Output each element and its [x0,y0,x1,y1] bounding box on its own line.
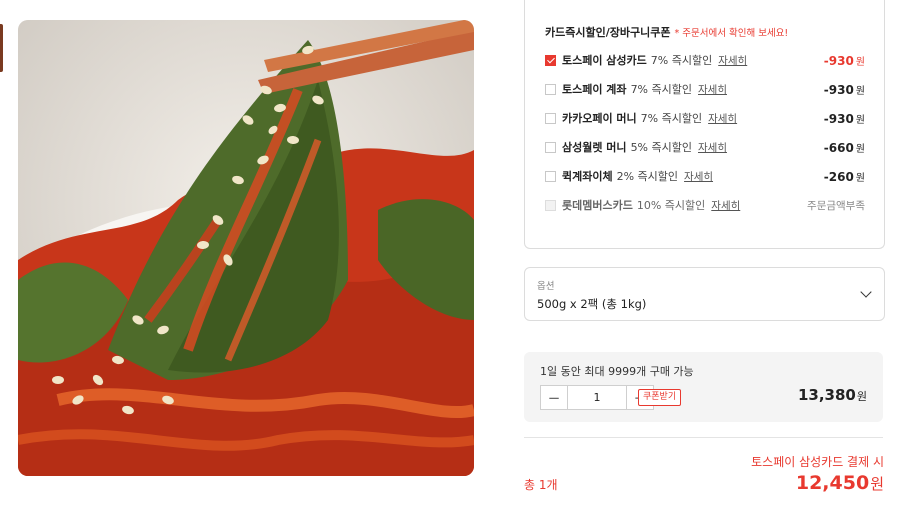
discount-amount-value: -930 [823,53,854,68]
won-unit: 원 [855,172,865,184]
discount-desc: 2% 즉시할인 [616,170,679,183]
decrease-button[interactable]: − [541,386,567,409]
kimchi-illustration [18,20,474,476]
checkbox[interactable] [545,141,556,153]
checkbox[interactable] [545,83,556,95]
item-price-value: 13,380 [797,386,856,404]
quantity-stepper: − 1 + [540,385,654,410]
product-image [18,20,474,476]
checkbox-disabled [545,199,556,211]
total-count: 총 1개 [524,478,558,492]
quantity-block: 1일 동안 최대 9999개 구매 가능 − 1 + 쿠폰받기 13,380원 [524,352,883,422]
final-price-value: 12,450 [795,472,870,494]
final-price: 12,450원 [796,472,884,494]
checkbox[interactable] [545,112,556,124]
detail-link[interactable]: 자세히 [711,198,740,213]
discount-amount-value: -260 [823,169,854,184]
divider [524,437,883,438]
discount-desc: 7% 즉시할인 [630,83,692,96]
checkbox[interactable] [545,170,556,182]
discount-amount-value: -930 [823,82,854,97]
discount-name: 롯데멤버스카드 [562,199,633,212]
option-select[interactable]: 옵션 500g x 2팩 (총 1kg) [524,267,885,321]
won-unit: 원 [855,85,865,97]
discount-name: 카카오페이 머니 [562,112,637,125]
option-value: 500g x 2팩 (총 1kg) [537,297,647,311]
detail-link[interactable]: 자세히 [708,111,737,126]
discount-amount: -930 원 [824,53,865,68]
discount-row-lotte-members: 롯데멤버스카드 10% 즉시할인 자세히 주문금액부족 [545,196,865,214]
insufficient-amount-label: 주문금액부족 [807,199,865,212]
detail-link[interactable]: 자세히 [684,169,713,184]
discount-row-quick-transfer[interactable]: 퀵계좌이체 2% 즉시할인 자세히 -260 원 [545,167,865,185]
checkbox-checked[interactable] [545,54,556,66]
discount-amount-value: -660 [823,140,854,155]
thumbnail-edge[interactable] [0,24,3,72]
coupon-header: 카드즉시할인/장바구니쿠폰 * 주문서에서 확인해 보세요! [545,24,788,40]
won-unit: 원 [855,56,865,68]
quantity-input[interactable]: 1 [567,386,627,409]
discount-row-tosspay-account[interactable]: 토스페이 계좌 7% 즉시할인 자세히 -930 원 [545,80,865,98]
discount-desc: 5% 즉시할인 [630,141,692,154]
detail-link[interactable]: 자세히 [698,82,727,97]
discount-amount: -260 원 [824,169,865,184]
discount-desc: 7% 즉시할인 [650,54,713,67]
discount-name: 퀵계좌이체 [562,170,613,183]
detail-link[interactable]: 자세히 [698,140,727,155]
discount-desc: 10% 즉시할인 [636,199,706,212]
discount-row-kakaopay[interactable]: 카카오페이 머니 7% 즉시할인 자세히 -930 원 [545,109,865,127]
discount-amount: -930 원 [824,111,865,126]
won-unit: 원 [855,114,865,126]
discount-amount: -930 원 [824,82,865,97]
discount-name: 삼성월렛 머니 [562,141,627,154]
payment-method-note: 토스페이 삼성카드 결제 시 [751,455,884,469]
discount-name: 토스페이 삼성카드 [562,54,647,67]
purchase-limit-text: 1일 동안 최대 9999개 구매 가능 [540,365,694,378]
detail-link[interactable]: 자세히 [718,53,747,68]
won-unit: 원 [870,475,884,493]
discount-name: 토스페이 계좌 [562,83,627,96]
discount-amount: -660 원 [824,140,865,155]
discount-desc: 7% 즉시할인 [640,112,703,125]
chevron-down-icon [860,286,872,298]
won-unit: 원 [855,143,865,155]
coupon-note: * 주문서에서 확인해 보세요! [674,28,789,39]
get-coupon-button[interactable]: 쿠폰받기 [638,389,682,406]
option-label: 옵션 [537,281,555,292]
discount-row-tosspay-samsung[interactable]: 토스페이 삼성카드 7% 즉시할인 자세히 -930 원 [545,51,865,69]
discount-row-samsung-wallet[interactable]: 삼성월렛 머니 5% 즉시할인 자세히 -660 원 [545,138,865,156]
won-unit: 원 [856,390,867,403]
item-price: 13,380원 [798,386,867,404]
coupon-title: 카드즉시할인/장바구니쿠폰 [545,26,671,39]
card-discount-box: 카드즉시할인/장바구니쿠폰 * 주문서에서 확인해 보세요! 토스페이 삼성카드 … [524,0,885,249]
discount-amount-value: -930 [823,111,854,126]
